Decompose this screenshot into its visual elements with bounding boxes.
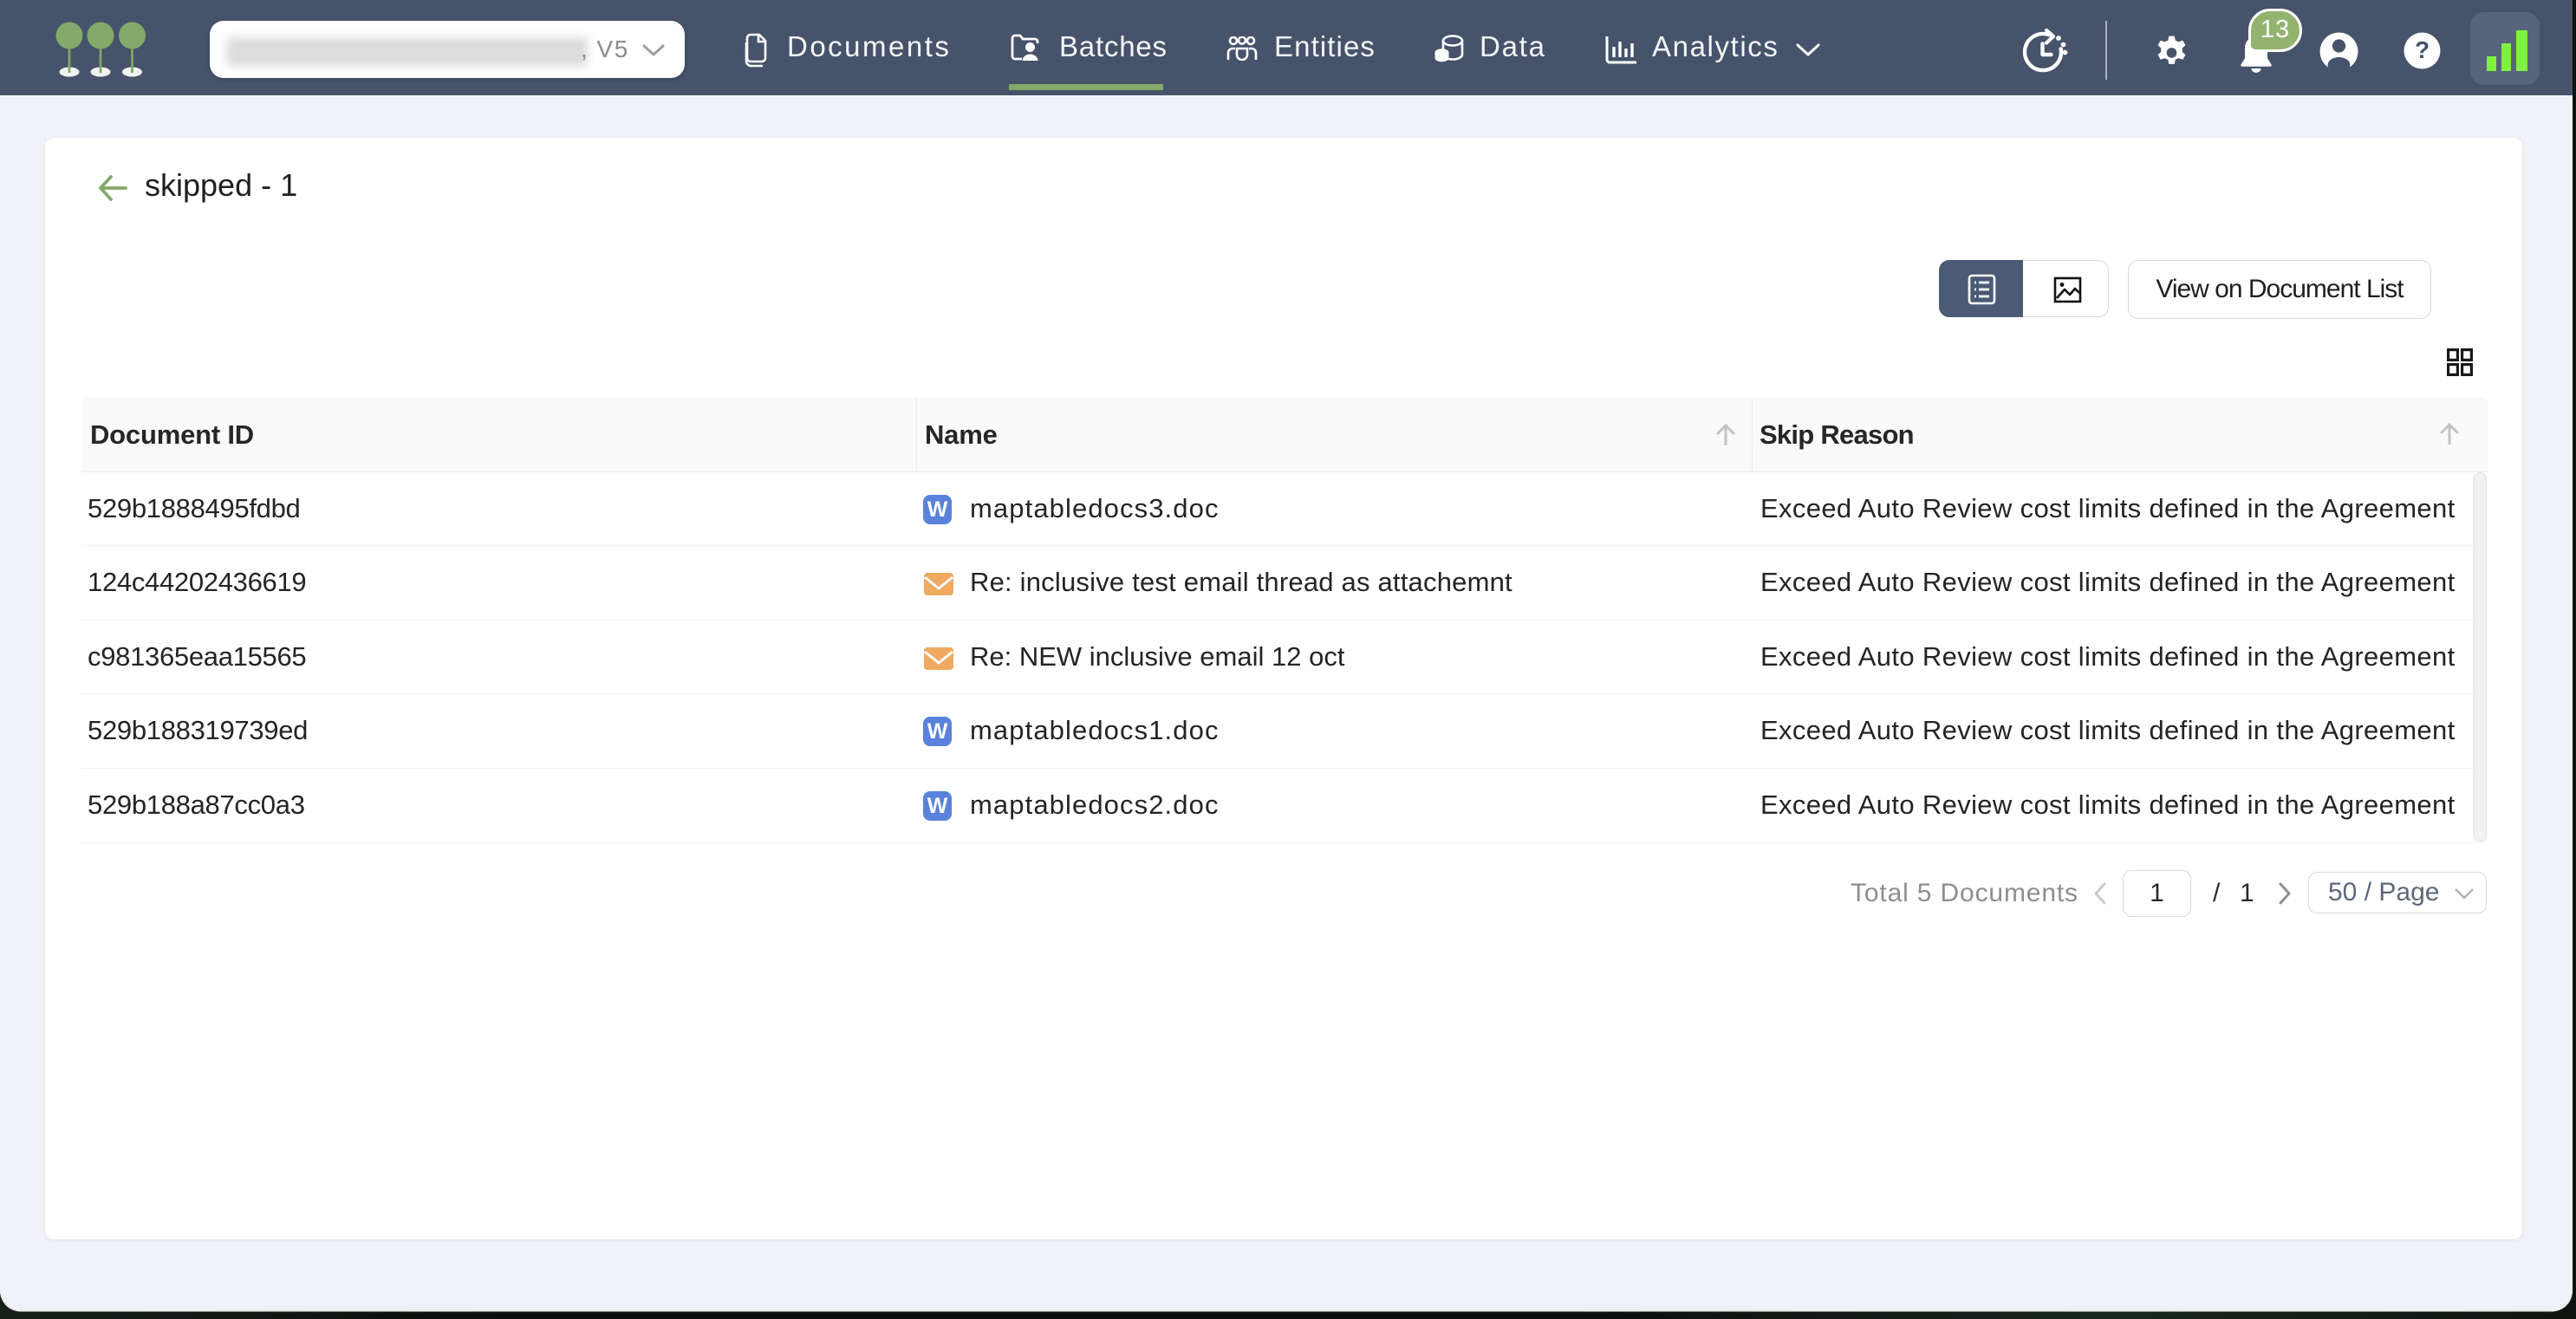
svg-text:?: ? xyxy=(2415,36,2430,63)
